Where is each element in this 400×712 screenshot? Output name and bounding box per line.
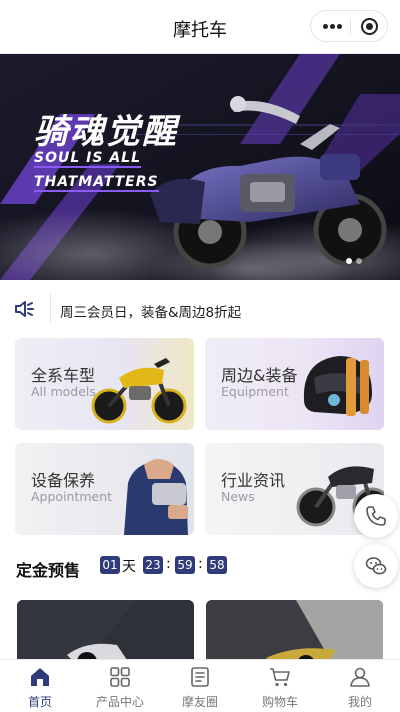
tab-label: 我的 [347, 695, 372, 709]
wechat-icon [365, 557, 387, 575]
tab-label: 购物车 [261, 695, 298, 709]
banner-dot-1[interactable] [346, 258, 352, 264]
banner-slogan-line1: SOUL IS ALL [34, 150, 141, 168]
notice-bar[interactable]: 周三会员日，装备&周边8折起 [0, 290, 400, 328]
category-card-maintenance[interactable]: 设备保养 Appointment [15, 443, 194, 535]
countdown-days: 01 [100, 556, 120, 574]
category-name: 行业资讯 [221, 471, 286, 490]
close-program-icon[interactable] [361, 18, 378, 35]
banner-slogan-line2: THATMATTERS [34, 174, 159, 192]
category-subtitle: Appointment [31, 489, 113, 504]
mechanic-image [124, 459, 188, 535]
phone-call-button[interactable] [354, 494, 398, 538]
notice-divider [50, 294, 51, 322]
countdown-seconds: 58 [207, 556, 227, 574]
tab-cart[interactable]: 购物车 [240, 660, 320, 712]
notice-text: 周三会员日，装备&周边8折起 [60, 305, 242, 321]
category-name: 周边&装备 [221, 366, 298, 385]
phone-icon [366, 506, 386, 526]
speaker-icon [15, 301, 34, 317]
category-card-equipment[interactable]: 周边&装备 Equipment [205, 338, 384, 430]
capsule-divider [350, 19, 351, 35]
banner-headline: 骑魂觉醒 [34, 112, 178, 152]
bottom-tab-bar: 首页 产品中心 摩友圈 购物车 我的 [0, 659, 400, 712]
hero-banner[interactable]: 骑魂觉醒 SOUL IS ALL THATMATTERS [0, 54, 400, 280]
countdown-hours: 23 [143, 556, 163, 574]
helmet-image [303, 356, 372, 416]
countdown-days-unit: 天 [122, 559, 136, 575]
yellow-motorcycle-image [91, 358, 187, 424]
category-card-models[interactable]: 全系车型 All models [15, 338, 194, 430]
grid-icon [110, 667, 130, 687]
wechat-button[interactable] [354, 544, 398, 588]
category-subtitle: News [221, 489, 255, 504]
navigation-bar: 摩托车 [0, 0, 400, 54]
more-options-icon[interactable] [323, 24, 343, 30]
category-name: 全系车型 [31, 366, 96, 385]
user-icon [350, 667, 370, 687]
banner-slogan-line2-text: THATMATTERS [34, 174, 159, 192]
tab-community[interactable]: 摩友圈 [160, 660, 240, 712]
banner-slogan-line1-text: SOUL IS ALL [34, 150, 141, 168]
banner-dot-2[interactable] [356, 258, 362, 264]
category-name: 设备保养 [31, 471, 96, 490]
cart-icon [270, 668, 290, 687]
tab-label: 摩友圈 [181, 695, 218, 709]
tab-label: 首页 [27, 695, 52, 709]
presale-title: 定金预售 [16, 561, 81, 580]
tab-label: 产品中心 [95, 695, 144, 709]
countdown-colon-1: : [166, 556, 171, 572]
document-icon [191, 667, 209, 687]
tab-profile[interactable]: 我的 [320, 660, 400, 712]
tab-products[interactable]: 产品中心 [80, 660, 160, 712]
countdown-colon-2: : [198, 556, 203, 572]
mini-program-capsule [310, 10, 388, 42]
countdown-minutes: 59 [175, 556, 195, 574]
home-icon [31, 668, 49, 686]
tab-home[interactable]: 首页 [0, 660, 80, 712]
category-subtitle: All models [31, 384, 96, 399]
category-subtitle: Equipment [221, 384, 289, 399]
banner-pagination [342, 249, 362, 268]
